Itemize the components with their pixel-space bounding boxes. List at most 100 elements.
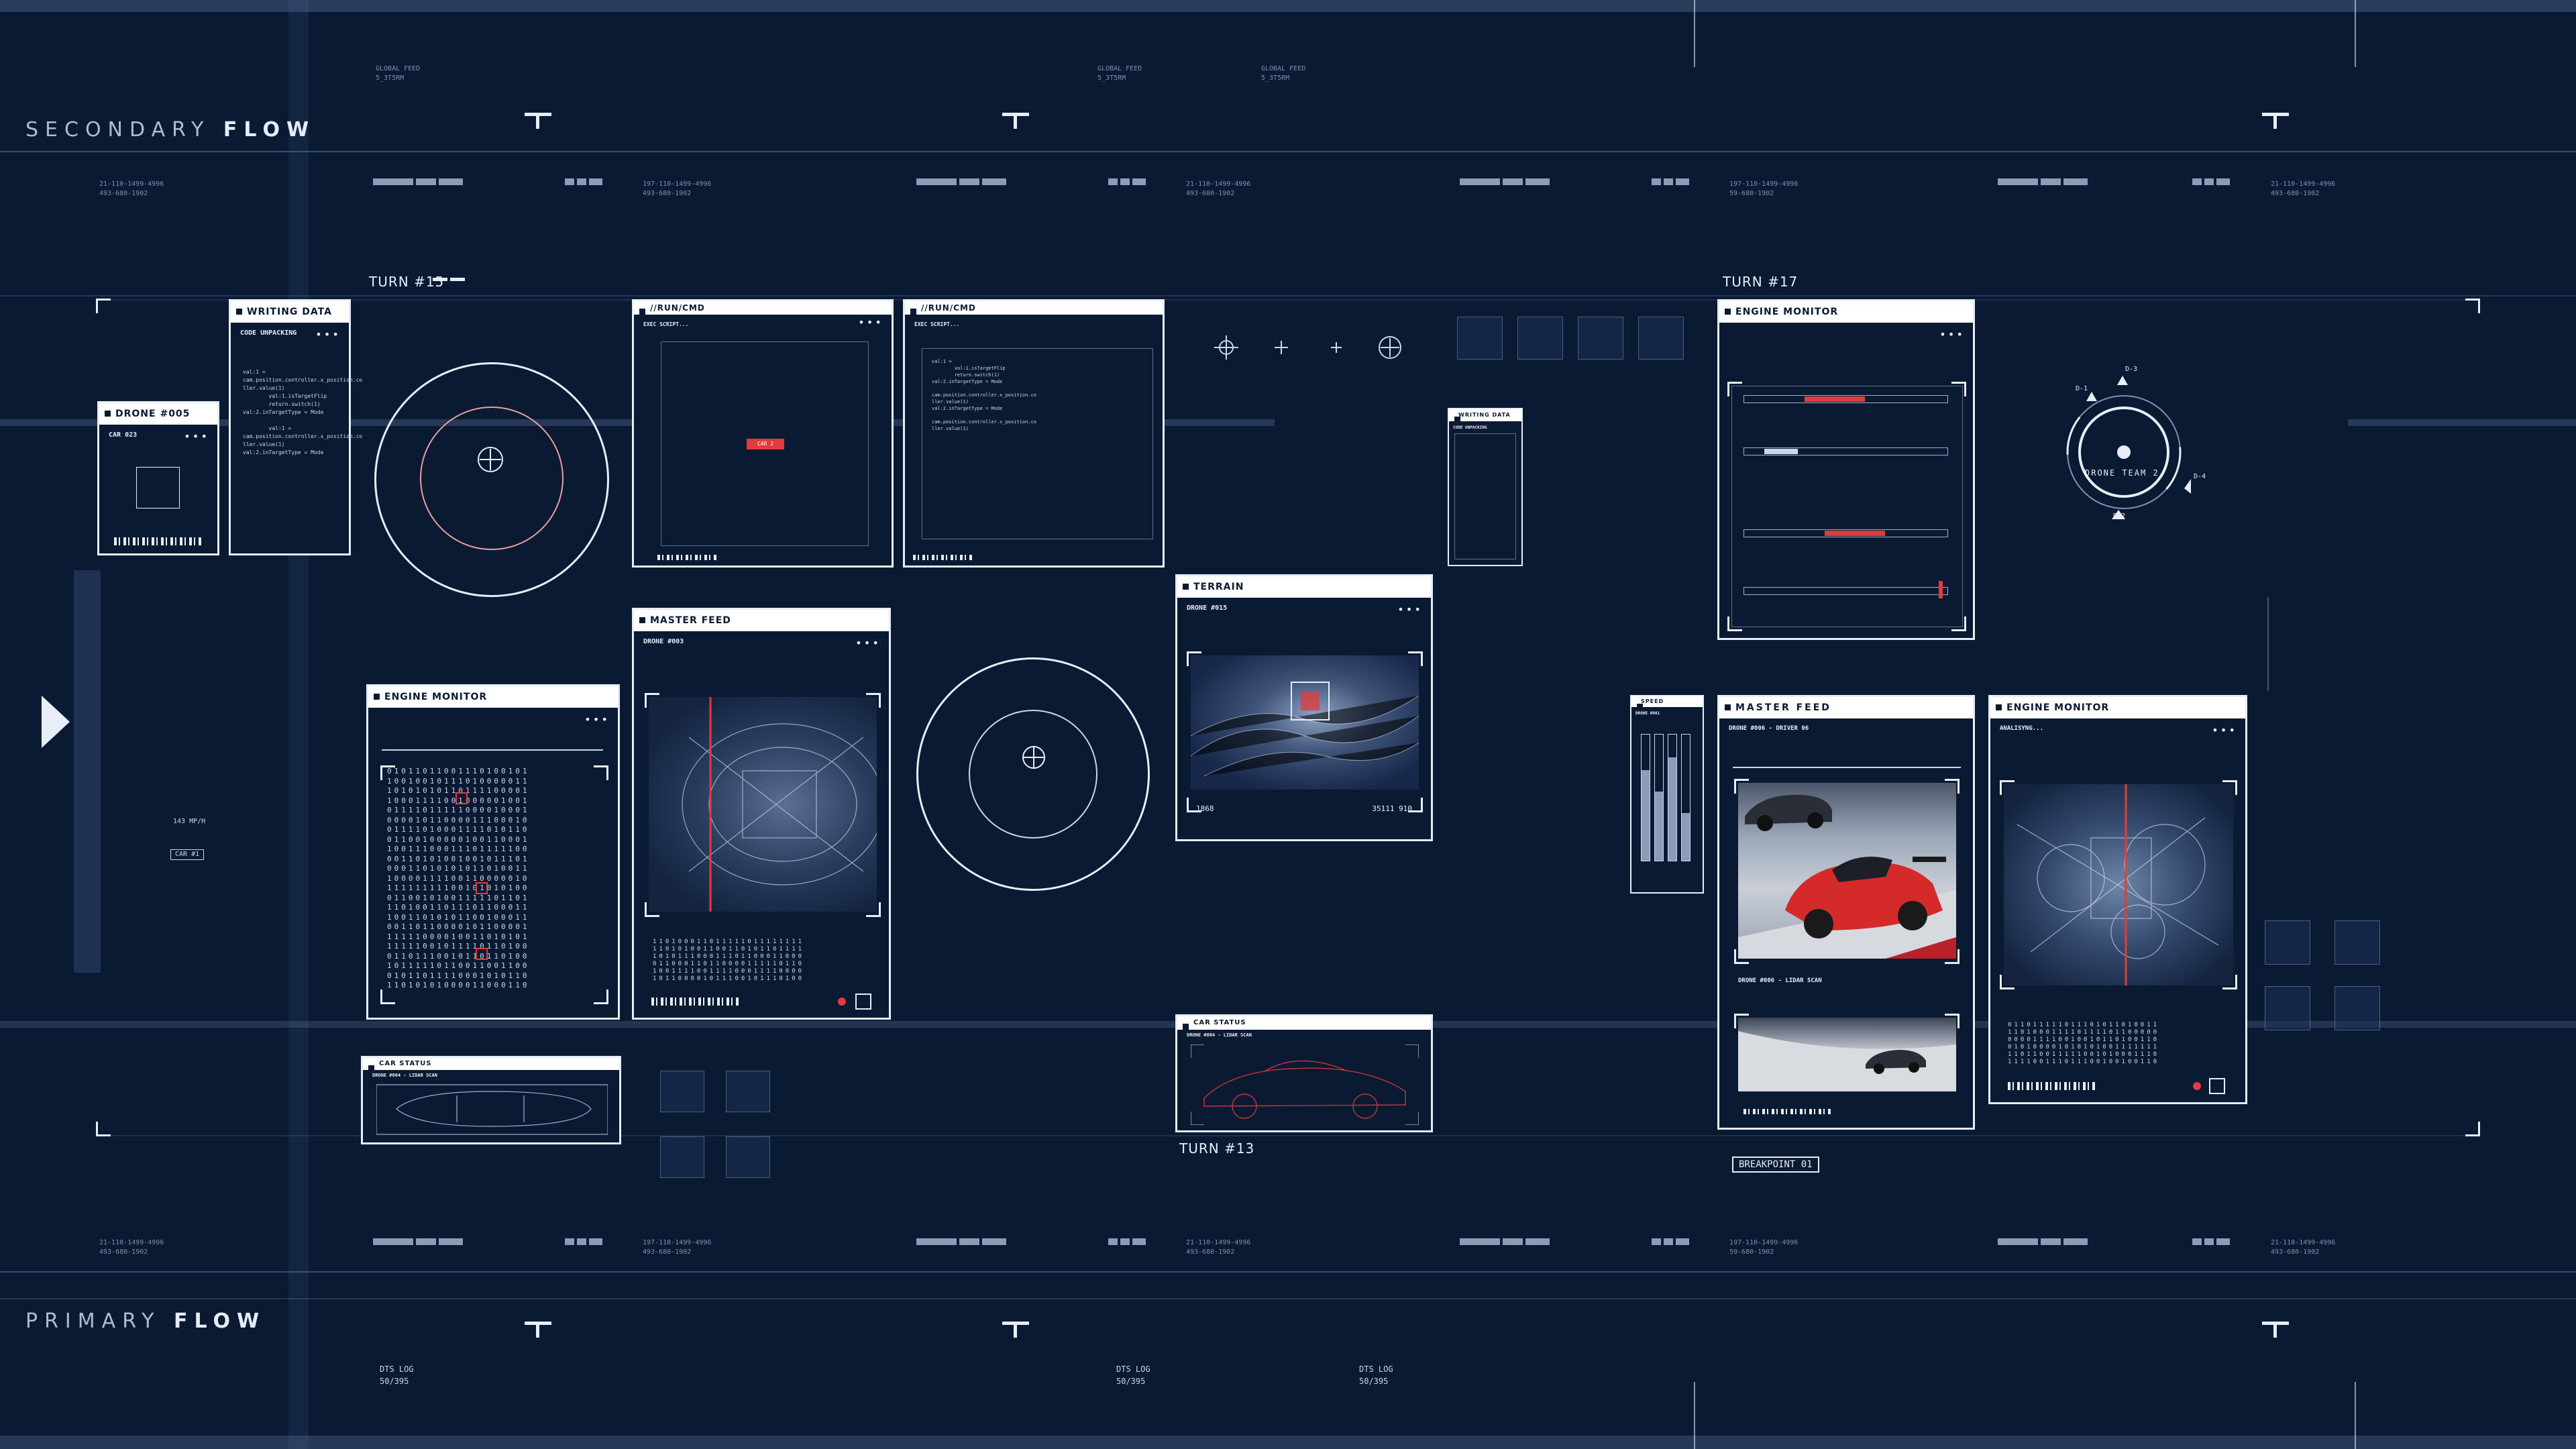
frame-edge: [111, 299, 2465, 301]
divider: [0, 295, 2576, 297]
panel-title: CAR STATUS: [1177, 1016, 1431, 1030]
mini-chart-widget[interactable]: [660, 1071, 704, 1112]
scan-band: [2348, 419, 2576, 426]
gauge-fill: [1764, 449, 1798, 454]
code-stream: val:1 = cam.position.controller.x_positi…: [243, 369, 363, 455]
speed-bar-fill: [1668, 757, 1676, 861]
terrain-panel[interactable]: TERRAIN DRONE #015 ••• 1868 35111 910: [1175, 574, 1433, 841]
mini-chart-widget[interactable]: [726, 1136, 770, 1178]
panel-subtitle: DRONE #003: [643, 638, 684, 645]
frame-corner: [645, 902, 659, 917]
id-code: 21-110-1499-4996 493-680-1902: [2271, 1239, 2336, 1256]
mini-chart-widget[interactable]: [2265, 920, 2310, 965]
frame-corner: [1945, 1014, 1960, 1028]
divider: [382, 749, 603, 751]
gauge-track: [1743, 395, 1948, 403]
car-wireframe-image: [1191, 1044, 1419, 1125]
tick: [1694, 0, 1695, 67]
speed-bar-fill: [1642, 769, 1650, 861]
data-blocks: [1460, 1238, 1552, 1257]
frame-corner: [1951, 616, 1966, 631]
highlight-cell: [455, 792, 468, 804]
mini-chart-widget[interactable]: [2334, 920, 2380, 965]
more-icon[interactable]: •••: [184, 430, 209, 443]
data-blocks: [916, 1238, 1009, 1257]
speed-panel[interactable]: SPEED DRONE #001: [1630, 695, 1704, 894]
car-status-mid-panel[interactable]: CAR STATUS DRONE #004 - LIDAR SCAN: [1175, 1014, 1433, 1132]
breakpoint-badge[interactable]: BREAKPOINT 01: [1732, 1157, 1819, 1173]
id-code: 197-110-1499-4996 493-680-1902: [643, 180, 712, 197]
data-blocks: [1460, 178, 1552, 197]
panel-title: DRONE #005: [99, 403, 217, 425]
id-code: 21-110-1499-4996 493-680-1902: [99, 1239, 164, 1256]
speed-bar: [1641, 734, 1650, 861]
binary-matrix: 110100011011111011111111 110101001100110…: [653, 938, 805, 982]
engine-monitor-left-panel[interactable]: ENGINE MONITOR ••• 01011011001110100101 …: [366, 684, 620, 1020]
mini-calendar-widget[interactable]: [1638, 317, 1684, 360]
mini-chart-widget[interactable]: [1578, 317, 1623, 360]
speed-bars: [1641, 734, 1695, 861]
drone-005-panel[interactable]: DRONE #005 CAR 023 •••: [97, 401, 219, 555]
panel-title: WRITING DATA: [1449, 409, 1521, 423]
writing-data-small-panel[interactable]: WRITING DATA CODE UNPACKING: [1448, 408, 1523, 566]
frame-corner: [2000, 780, 2015, 795]
mini-chart-widget[interactable]: [2265, 986, 2310, 1030]
play-arrow-icon[interactable]: [40, 694, 71, 749]
race-car-photo: [1738, 783, 1956, 959]
writing-data-panel[interactable]: WRITING DATA CODE UNPACKING ••• val:1 = …: [229, 299, 362, 555]
tick: [1694, 1382, 1695, 1449]
mini-chart-widget[interactable]: [1457, 317, 1503, 360]
more-icon[interactable]: •••: [855, 637, 881, 649]
car-tag: CAR #1: [170, 849, 205, 860]
more-icon[interactable]: •••: [584, 713, 610, 726]
global-feed-label: GLOBAL FEED 5_3T5RM: [1261, 65, 1306, 82]
engine-monitor-right-panel[interactable]: ENGINE MONITOR •••: [1717, 299, 1975, 640]
panel-title: ENGINE MONITOR: [368, 686, 618, 708]
alert-tag: CAR 2: [747, 439, 784, 449]
id-code: 21-110-1499-4996 493-680-1902: [1186, 180, 1251, 197]
run-cmd-panel-2[interactable]: //RUN/CMD EXEC SCRIPT... val:1 = val:1.i…: [903, 299, 1165, 568]
more-icon[interactable]: •••: [315, 328, 341, 341]
drone-team-label: DRONE TEAM 2: [2085, 468, 2159, 478]
tick: [2355, 0, 2356, 67]
speed-bar: [1668, 734, 1677, 861]
turn-marker: [1002, 1322, 1029, 1338]
car-status-left-panel[interactable]: CAR STATUS DRONE #004 - LIDAR SCAN: [361, 1056, 621, 1144]
drone-label: D-4: [2194, 473, 2206, 480]
drone-label: D-2: [2113, 513, 2126, 520]
binary-matrix: 01011011001110100101 1001001011101000001…: [387, 767, 530, 989]
frame-corner: [1951, 382, 1966, 396]
target-ring-inner: [420, 407, 564, 550]
more-icon[interactable]: •••: [2212, 724, 2237, 737]
panel-subtitle: DRONE #004 - LIDAR SCAN: [1187, 1032, 1252, 1038]
stop-icon[interactable]: [855, 994, 871, 1010]
stop-icon[interactable]: [2209, 1078, 2225, 1094]
master-feed-left-panel[interactable]: MASTER FEED DRONE #003 ••• 1101000110111…: [632, 608, 891, 1020]
panel-subtitle: CODE UNPACKING: [1453, 425, 1487, 430]
crosshair-icon: [1022, 746, 1045, 769]
master-feed-right-panel[interactable]: MASTER FEED DRONE #006 - DRIVER 06 DRONE…: [1717, 695, 1975, 1130]
speed-bar-fill: [1682, 812, 1690, 861]
panel-title: CAR STATUS: [363, 1058, 619, 1071]
target-ring-inner: [969, 710, 1097, 839]
engine-monitor-far-panel[interactable]: ENGINE MONITOR ANALISYNG... ••• 01101111…: [1988, 695, 2247, 1104]
more-icon[interactable]: •••: [1939, 328, 1965, 341]
mini-chart-widget[interactable]: [1517, 317, 1563, 360]
gauge-marker: [1939, 581, 1943, 598]
mini-chart-widget[interactable]: [660, 1136, 704, 1178]
mini-chart-widget[interactable]: [726, 1071, 770, 1112]
run-cmd-panel-1[interactable]: //RUN/CMD EXEC SCRIPT... ••• CAR 2: [632, 299, 894, 568]
more-icon[interactable]: •••: [1397, 603, 1423, 616]
speed-readout: 143 MP/H: [173, 818, 206, 825]
more-icon[interactable]: •••: [858, 316, 883, 329]
mini-chart-widget[interactable]: [2334, 986, 2380, 1030]
gauge-track: [1743, 447, 1948, 455]
id-code: 21-110-1499-4996 493-680-1902: [2271, 180, 2336, 197]
record-icon[interactable]: [838, 998, 846, 1006]
terrain-right-value: 35111 910: [1372, 804, 1412, 813]
record-icon[interactable]: [2193, 1082, 2201, 1090]
feed-caption: DRONE #006 - LIDAR SCAN: [1738, 977, 1822, 984]
divider: [0, 151, 2576, 152]
frame-corner: [1945, 779, 1960, 794]
drone-label: D-3: [2125, 366, 2138, 373]
